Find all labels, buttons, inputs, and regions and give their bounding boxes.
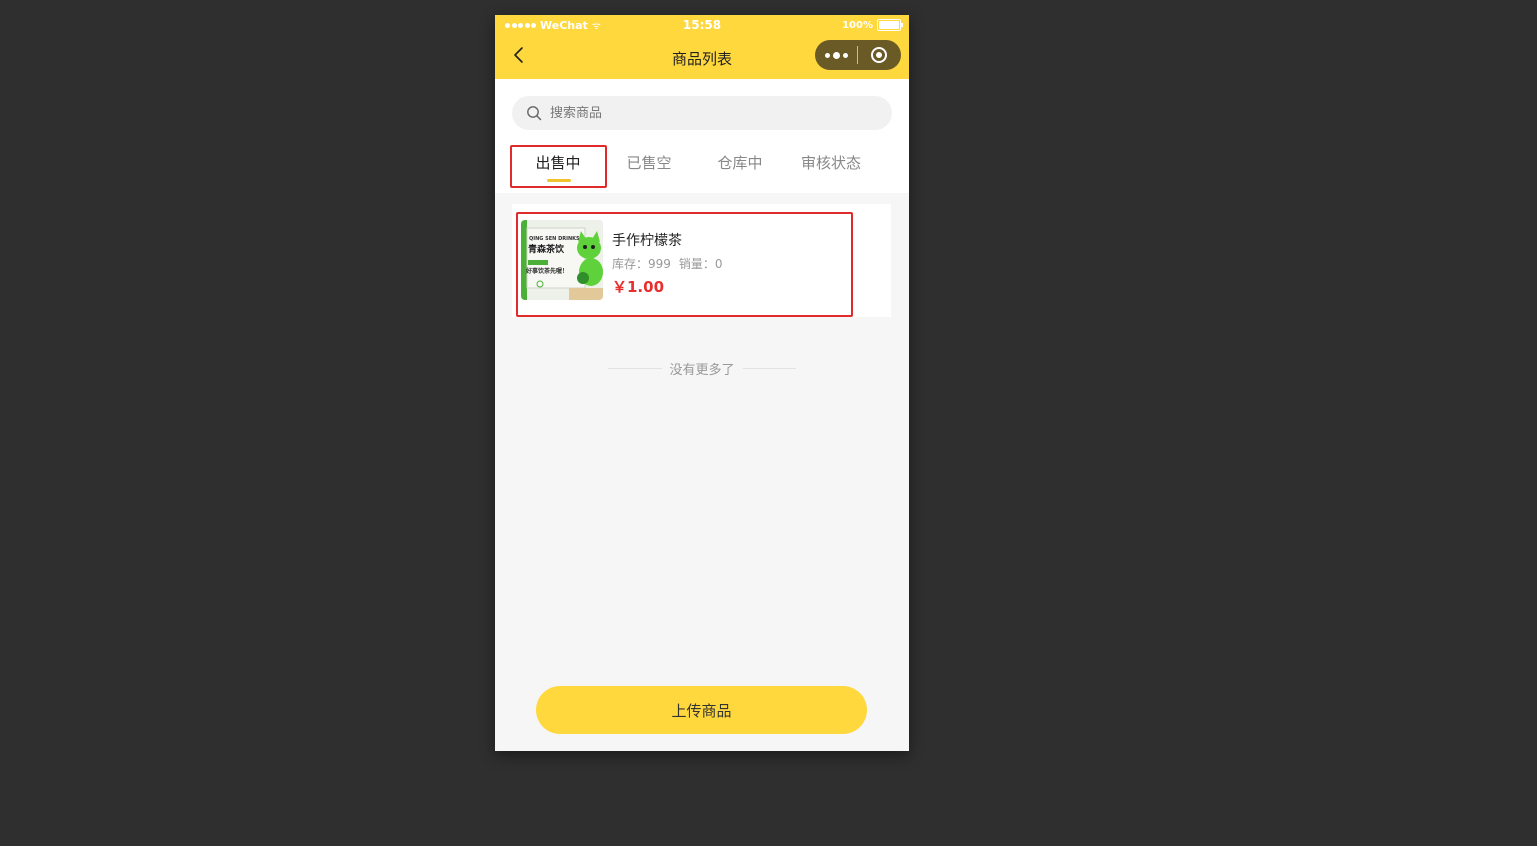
active-tab-indicator bbox=[547, 179, 571, 182]
battery-indicator: 100% bbox=[842, 19, 903, 31]
slogan-text: 好事饮茶先喔！ bbox=[525, 267, 568, 275]
tab-warehouse[interactable]: 仓库中 bbox=[694, 152, 786, 188]
menu-capsule bbox=[815, 40, 901, 70]
battery-percent: 100% bbox=[842, 19, 873, 31]
tab-sold-out[interactable]: 已售空 bbox=[603, 152, 695, 188]
upload-product-button[interactable]: 上传商品 bbox=[536, 686, 867, 734]
close-miniprogram-icon[interactable] bbox=[858, 40, 900, 70]
tab-label: 仓库中 bbox=[717, 154, 763, 172]
phone-screen: WeChat ᯤ 15:58 100% 商品列表 搜索商品 出售中 已售空 仓库… bbox=[495, 15, 909, 751]
product-photo-icon: QING SEN DRINKS 青森茶饮 好事饮茶先喔！ bbox=[521, 220, 603, 300]
list-end-indicator: 没有更多了 bbox=[608, 358, 797, 378]
battery-icon bbox=[877, 19, 903, 31]
brand-text: QING SEN DRINKS bbox=[529, 236, 580, 242]
product-stock: 库存：999 bbox=[612, 257, 671, 271]
navigation-bar: WeChat ᯤ 15:58 100% 商品列表 bbox=[495, 15, 909, 79]
product-meta: 库存：999 销量：0 bbox=[612, 255, 723, 272]
search-bar[interactable] bbox=[512, 96, 892, 130]
search-and-tabs: 出售中 已售空 仓库中 审核状态 bbox=[495, 79, 909, 193]
product-image: QING SEN DRINKS 青森茶饮 好事饮茶先喔！ bbox=[521, 220, 603, 300]
divider-right bbox=[742, 367, 797, 369]
tab-label: 出售中 bbox=[535, 154, 581, 172]
brand-title-text: 青森茶饮 bbox=[528, 243, 565, 255]
search-input[interactable] bbox=[550, 96, 880, 130]
tab-label: 已售空 bbox=[626, 154, 672, 172]
tab-review-status[interactable]: 审核状态 bbox=[785, 152, 877, 188]
product-card[interactable]: QING SEN DRINKS 青森茶饮 好事饮茶先喔！ 手作柠檬茶 库存：99… bbox=[512, 204, 891, 317]
tab-on-sale[interactable]: 出售中 bbox=[512, 152, 604, 188]
product-name: 手作柠檬茶 bbox=[612, 233, 682, 249]
product-sales: 销量：0 bbox=[678, 257, 723, 271]
status-bar: WeChat ᯤ 15:58 100% bbox=[495, 15, 909, 35]
list-end-text: 没有更多了 bbox=[669, 362, 735, 378]
divider-left bbox=[608, 367, 662, 369]
search-icon bbox=[527, 106, 542, 121]
more-options-icon[interactable] bbox=[815, 40, 857, 70]
tab-label: 审核状态 bbox=[800, 154, 861, 172]
product-price: ￥1.00 bbox=[612, 278, 665, 296]
